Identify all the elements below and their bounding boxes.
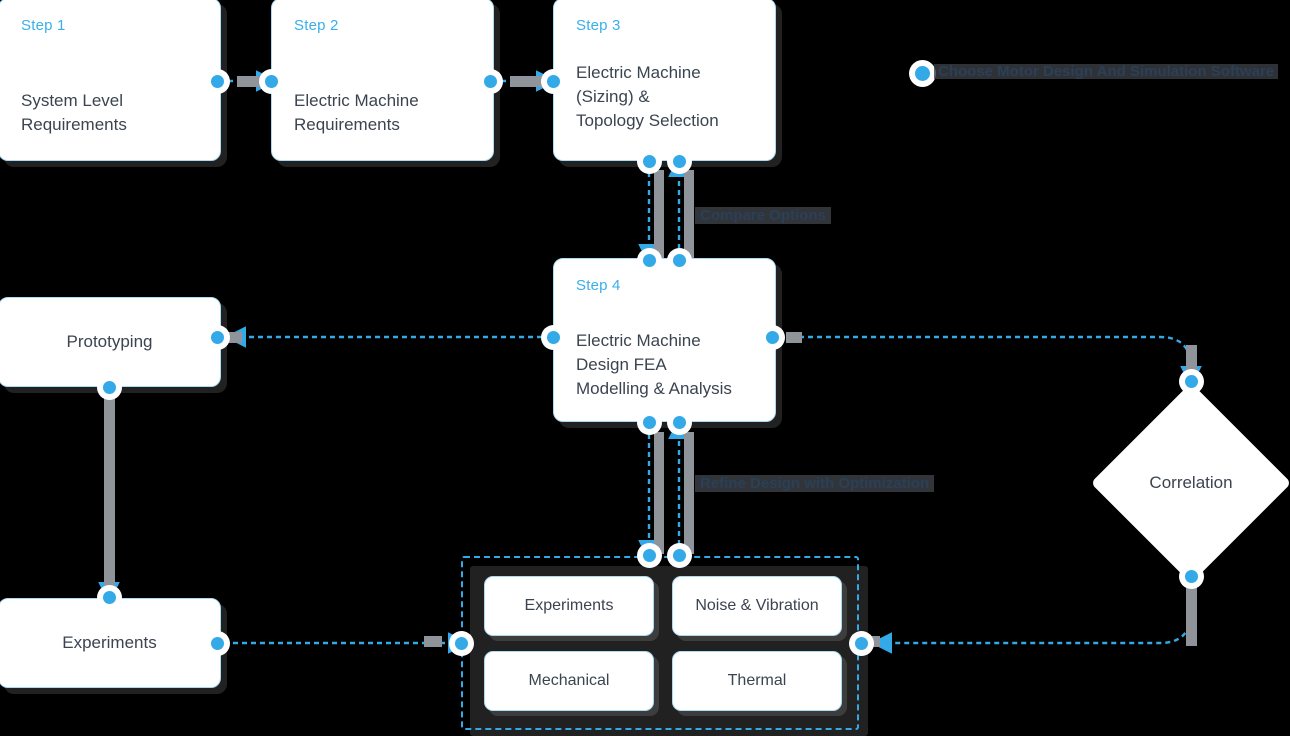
cell-experiments[interactable]: Experiments	[484, 576, 654, 636]
connector-shadow	[786, 332, 802, 343]
connector-shadow	[684, 432, 694, 554]
connector-shadow	[510, 76, 542, 87]
step4-step-label: Step 4	[576, 277, 621, 294]
cell-noise-vibration-label: Noise & Vibration	[695, 597, 819, 614]
node-prototyping[interactable]: Prototyping	[0, 297, 221, 387]
node-step2[interactable]: Step 2 Electric Machine Requirements	[271, 0, 494, 161]
experiments-label: Experiments	[62, 633, 157, 652]
cell-experiments-label: Experiments	[524, 597, 614, 614]
step2-step-label: Step 2	[294, 17, 339, 34]
handle-prototyping-bottom[interactable]	[103, 381, 116, 394]
handle-analysis-group-right[interactable]	[855, 637, 868, 650]
handle-step4-bottom-right[interactable]	[673, 416, 686, 429]
connector-shadow	[228, 332, 242, 343]
node-correlation[interactable]: Correlation	[1090, 382, 1290, 584]
handle-correlation-bottom[interactable]	[1185, 570, 1198, 583]
edge-label-compare-options: Compare Options	[695, 207, 831, 224]
connector-shadow	[1186, 578, 1197, 646]
step3-step-label: Step 3	[576, 17, 621, 34]
step2-title: Electric Machine Requirements	[294, 91, 419, 134]
handle-step3-bottom-right[interactable]	[673, 155, 686, 168]
handle-step2-right[interactable]	[484, 75, 497, 88]
prototyping-label: Prototyping	[66, 332, 153, 351]
handle-prototyping-right[interactable]	[211, 331, 224, 344]
step1-step-label: Step 1	[21, 17, 66, 34]
node-step3[interactable]: Step 3 Electric Machine (Sizing) & Topol…	[553, 0, 776, 161]
node-step4[interactable]: Step 4 Electric Machine Design FEA Model…	[553, 258, 776, 422]
node-step1[interactable]: Step 1 System Level Requirements	[0, 0, 221, 161]
cell-mechanical-label: Mechanical	[528, 672, 610, 689]
handle-analysis-group-left[interactable]	[455, 637, 468, 650]
connector-shadow	[237, 76, 267, 87]
step4-title: Electric Machine Design FEA Modelling & …	[576, 331, 732, 398]
handle-analysis-group-top-right[interactable]	[673, 549, 686, 562]
connector-shadow	[654, 432, 664, 554]
banner-bullet-icon	[915, 66, 930, 81]
handle-step4-top-left[interactable]	[643, 254, 656, 267]
node-experiments-left[interactable]: Experiments	[0, 598, 221, 688]
correlation-label: Correlation	[1149, 473, 1233, 492]
handle-correlation-top[interactable]	[1185, 375, 1198, 388]
connector-shadow	[424, 636, 442, 647]
diagram-canvas: Step 1 System Level Requirements Step 2 …	[0, 0, 1290, 736]
step3-title: Electric Machine (Sizing) & Topology Sel…	[576, 63, 719, 130]
handle-step4-right[interactable]	[766, 331, 779, 344]
handle-step2-left[interactable]	[265, 75, 278, 88]
cell-mechanical[interactable]: Mechanical	[484, 651, 654, 711]
handle-step4-top-right[interactable]	[673, 254, 686, 267]
handle-step3-bottom-left[interactable]	[643, 155, 656, 168]
banner-title: Choose Motor Design And Simulation Softw…	[934, 63, 1279, 80]
cell-thermal[interactable]: Thermal	[672, 651, 842, 711]
connector-shadow	[654, 170, 664, 258]
handle-step4-left[interactable]	[547, 331, 560, 344]
handle-step4-bottom-left[interactable]	[643, 416, 656, 429]
handle-experiments-right[interactable]	[211, 637, 224, 650]
handle-step3-left[interactable]	[547, 75, 560, 88]
cell-thermal-label: Thermal	[727, 672, 787, 689]
step1-title: System Level Requirements	[21, 91, 127, 134]
cell-noise-vibration[interactable]: Noise & Vibration	[672, 576, 842, 636]
handle-experiments-top[interactable]	[103, 591, 116, 604]
edge-label-refine-design: Refine Design with Optimization	[695, 475, 935, 492]
connector-shadow	[684, 170, 694, 258]
connector-shadow	[104, 394, 115, 594]
handle-analysis-group-top-left[interactable]	[643, 549, 656, 562]
handle-step1-right[interactable]	[211, 75, 224, 88]
